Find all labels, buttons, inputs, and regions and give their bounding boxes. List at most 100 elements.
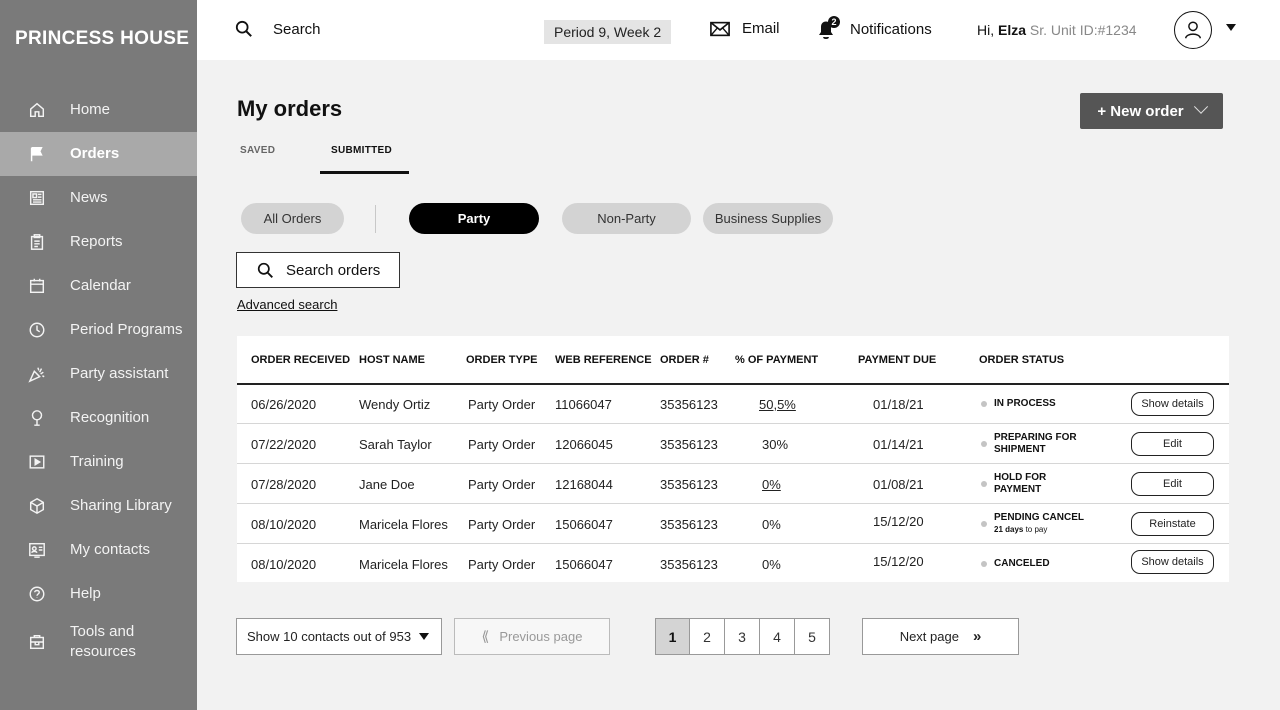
sidebar-item-label: Training — [70, 453, 124, 470]
show-details-button[interactable]: Show details — [1131, 550, 1214, 574]
show-details-button[interactable]: Show details — [1131, 392, 1214, 416]
user-icon — [1184, 21, 1202, 39]
avatar[interactable] — [1174, 11, 1212, 49]
column-header[interactable]: % OF PAYMENT — [735, 336, 818, 383]
status-label: IN PROCESS — [994, 398, 1056, 409]
notifications-label: Notifications — [850, 20, 932, 38]
top-bar: Search Period 9, Week 2 Email 2 Notifica… — [197, 0, 1280, 60]
notifications-link[interactable]: 2 Notifications — [815, 16, 932, 40]
search-icon — [257, 262, 273, 278]
previous-page-label: Previous page — [499, 629, 583, 644]
column-header[interactable]: ORDER TYPE — [466, 336, 538, 383]
payment-due-cell: 15/12/20 — [873, 513, 924, 529]
envelope-icon — [710, 21, 730, 36]
web-reference-cell: 15066047 — [555, 516, 613, 532]
clipboard-icon — [28, 233, 56, 251]
sidebar-item-tools-and-resources[interactable]: Tools and resources — [0, 616, 197, 668]
order-received-cell: 06/26/2020 — [251, 396, 317, 412]
column-header[interactable]: ORDER # — [660, 336, 709, 383]
page-button-1[interactable]: 1 — [655, 618, 690, 655]
order-type-cell: Party Order — [468, 516, 536, 532]
new-order-button[interactable]: + New order — [1080, 93, 1223, 129]
filter-party[interactable]: Party — [409, 203, 539, 234]
sidebar-item-home[interactable]: Home — [0, 88, 197, 132]
sidebar-item-label: Period Programs — [70, 321, 183, 338]
cube-icon — [28, 497, 56, 515]
reinstate-button[interactable]: Reinstate — [1131, 512, 1214, 536]
filter-business-supplies[interactable]: Business Supplies — [703, 203, 833, 234]
sidebar-item-label: News — [70, 189, 108, 206]
table-row: 06/26/2020 Wendy Ortiz Party Order 11066… — [237, 384, 1229, 424]
column-header[interactable]: HOST NAME — [359, 336, 425, 383]
sidebar-item-training[interactable]: Training — [0, 440, 197, 484]
sidebar-item-label: Recognition — [70, 409, 150, 426]
column-header[interactable]: ORDER STATUS — [979, 336, 1064, 383]
sidebar-item-period-programs[interactable]: Period Programs — [0, 308, 197, 352]
column-header[interactable]: PAYMENT DUE — [858, 336, 936, 383]
top-search[interactable]: Search — [235, 20, 321, 38]
sidebar-item-label: Tools and resources — [70, 623, 136, 660]
sidebar-item-calendar[interactable]: Calendar — [0, 264, 197, 308]
double-chevron-left-icon: ⟪ — [481, 628, 490, 644]
status-dot — [981, 441, 987, 447]
payment-due-cell: 01/18/21 — [873, 396, 924, 412]
search-orders-button[interactable]: Search orders — [236, 252, 400, 288]
order-number-cell: 35356123 — [660, 516, 718, 532]
sidebar-item-recognition[interactable]: Recognition — [0, 396, 197, 440]
email-label: Email — [742, 20, 780, 37]
filter-all-orders[interactable]: All Orders — [241, 203, 344, 234]
order-number-cell: 35356123 — [660, 436, 718, 452]
status-dot — [981, 481, 987, 487]
page-button-2[interactable]: 2 — [690, 618, 725, 655]
clock-icon — [28, 321, 56, 339]
host-name-cell: Sarah Taylor — [359, 436, 432, 452]
advanced-search-link[interactable]: Advanced search — [237, 297, 337, 312]
page-size-select[interactable]: Show 10 contacts out of 953 — [236, 618, 442, 655]
calendar-icon — [28, 277, 56, 295]
order-received-cell: 07/28/2020 — [251, 476, 317, 492]
page-button-5[interactable]: 5 — [795, 618, 830, 655]
edit-button[interactable]: Edit — [1131, 472, 1214, 496]
order-number-cell: 35356123 — [660, 476, 718, 492]
sidebar-item-orders[interactable]: Orders — [0, 132, 197, 176]
tab-submitted[interactable]: SUBMITTED — [331, 145, 392, 156]
play-icon — [28, 453, 56, 471]
contact-card-icon — [28, 541, 56, 559]
tab-saved[interactable]: SAVED — [240, 145, 275, 156]
toolbox-icon — [28, 633, 56, 651]
filter-non-party[interactable]: Non-Party — [562, 203, 691, 234]
column-header[interactable]: ORDER RECEIVED — [251, 336, 350, 383]
party-popper-icon — [28, 365, 56, 383]
next-page-label: Next page — [899, 629, 959, 644]
web-reference-cell: 11066047 — [555, 396, 612, 412]
page-button-3[interactable]: 3 — [725, 618, 760, 655]
payment-due-cell: 01/14/21 — [873, 436, 924, 452]
sidebar-item-label: Home — [70, 101, 111, 118]
page-button-4[interactable]: 4 — [760, 618, 795, 655]
previous-page-button[interactable]: ⟪ Previous page — [454, 618, 610, 655]
sidebar-item-label: Calendar — [70, 277, 131, 294]
payment-percent-link[interactable]: 0% — [762, 464, 781, 504]
sidebar-item-label: Party assistant — [70, 365, 169, 382]
days-to-pay: 21 days — [994, 525, 1024, 534]
payment-due-cell: 01/08/21 — [873, 476, 924, 492]
greeting-text: Hi, — [977, 22, 998, 38]
sidebar-item-label: Sharing Library — [70, 497, 172, 514]
award-icon — [28, 409, 56, 427]
sidebar-item-news[interactable]: News — [0, 176, 197, 220]
next-page-button[interactable]: Next page » — [862, 618, 1019, 655]
status-dot — [981, 521, 987, 527]
sidebar-item-my-contacts[interactable]: My contacts — [0, 528, 197, 572]
payment-percent-link[interactable]: 50,5% — [759, 384, 796, 424]
brand-logo: PRINCESS HOUSE — [15, 28, 190, 49]
sidebar-item-reports[interactable]: Reports — [0, 220, 197, 264]
user-name: Elza — [998, 22, 1027, 38]
edit-button[interactable]: Edit — [1131, 432, 1214, 456]
sidebar-item-party-assistant[interactable]: Party assistant — [0, 352, 197, 396]
column-header[interactable]: WEB REFERENCE — [555, 336, 652, 383]
user-menu-caret-icon[interactable] — [1226, 24, 1236, 31]
filter-divider — [375, 205, 376, 233]
sidebar-item-help[interactable]: Help — [0, 572, 197, 616]
sidebar-item-sharing-library[interactable]: Sharing Library — [0, 484, 197, 528]
email-link[interactable]: Email — [710, 20, 780, 37]
